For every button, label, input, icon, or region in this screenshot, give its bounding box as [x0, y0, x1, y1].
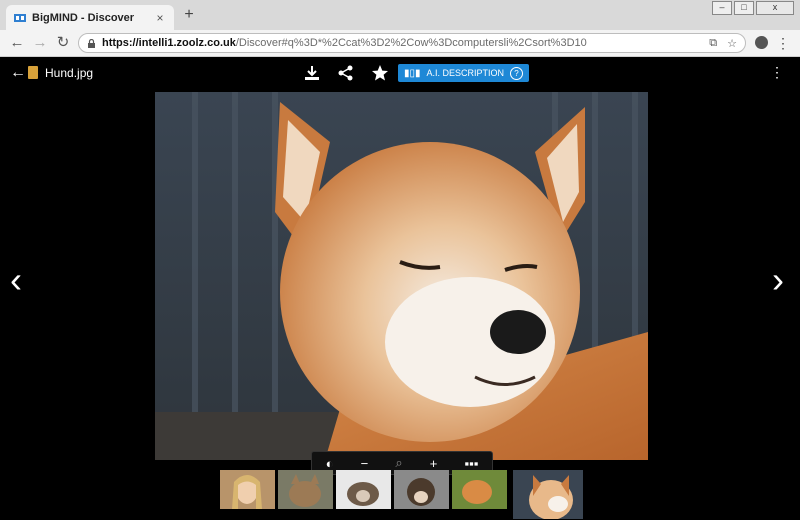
reload-icon[interactable]: ↻ — [54, 34, 72, 52]
back-button-icon[interactable]: ← — [8, 34, 26, 52]
thumb-puppy[interactable] — [394, 470, 449, 509]
thumb-cat-1[interactable] — [278, 470, 333, 509]
thumb-cat-2[interactable] — [452, 470, 507, 509]
thumb-girl[interactable] — [220, 470, 275, 509]
url-text: https://intelli1.zoolz.co.uk/Discover#q%… — [102, 37, 709, 49]
minimize-button[interactable]: – — [712, 1, 732, 15]
prev-arrow-icon[interactable]: ‹ — [10, 262, 22, 298]
maximize-button[interactable]: □ — [734, 1, 754, 15]
zoom-icon: ⌕ — [395, 455, 403, 470]
zoom-out-icon[interactable]: − — [361, 456, 369, 471]
tab-close-icon[interactable]: × — [154, 11, 166, 25]
image-viewer: ← Hund.jpg ▮▯▮ A.I. DESCRIPTION ? ⋮ ‹ › … — [0, 57, 800, 520]
help-icon[interactable]: ? — [510, 66, 524, 80]
ai-description-label: A.I. DESCRIPTION — [426, 68, 505, 78]
browser-tab[interactable]: BigMIND - Discover × — [6, 5, 174, 30]
lock-icon — [88, 38, 95, 48]
viewer-header: ← Hund.jpg ▮▯▮ A.I. DESCRIPTION ? ⋮ — [0, 57, 800, 89]
back-arrow-icon[interactable]: ← — [10, 64, 26, 82]
file-name: Hund.jpg — [45, 66, 94, 80]
bigmind-favicon-icon — [14, 13, 26, 22]
url-path: /Discover#q%3D*%2Ccat%3D2%2Cow%3Dcompute… — [235, 37, 587, 49]
new-tab-button[interactable]: + — [180, 6, 198, 24]
url-host: https://intelli1.zoolz.co.uk — [102, 37, 236, 49]
window-controls: – □ x — [712, 1, 794, 15]
ai-description-button[interactable]: ▮▯▮ A.I. DESCRIPTION ? — [398, 64, 530, 82]
share-icon[interactable] — [336, 65, 356, 81]
image-file-icon — [28, 66, 38, 79]
download-icon[interactable] — [302, 65, 322, 81]
more-icon[interactable]: ▪▪▪ — [465, 456, 479, 471]
forward-button-icon[interactable]: → — [31, 34, 49, 52]
address-bar[interactable]: https://intelli1.zoolz.co.uk/Discover#q%… — [78, 33, 746, 53]
next-arrow-icon[interactable]: › — [772, 262, 784, 298]
browser-title-bar: BigMIND - Discover × + – □ x — [0, 0, 800, 30]
bookmark-star-icon[interactable]: ☆ — [727, 37, 737, 50]
translate-icon[interactable]: ⧉ — [709, 37, 717, 50]
tab-title: BigMIND - Discover — [32, 11, 135, 24]
star-icon[interactable] — [370, 64, 390, 82]
kebab-icon[interactable]: ⋮ — [770, 64, 784, 81]
profile-avatar-icon[interactable] — [755, 36, 768, 49]
main-photo — [155, 92, 648, 460]
thumbnail-strip — [220, 470, 583, 519]
contrast-icon[interactable]: ◐ — [326, 456, 334, 471]
browser-toolbar: ← → ↻ https://intelli1.zoolz.co.uk/Disco… — [0, 30, 800, 57]
thumb-guinea-pig[interactable] — [336, 470, 391, 509]
ai-waveform-icon: ▮▯▮ — [404, 67, 421, 79]
zoom-in-icon[interactable]: + — [430, 456, 438, 471]
thumb-shiba[interactable] — [513, 470, 583, 519]
browser-menu-icon[interactable]: ⋮ — [776, 35, 790, 52]
close-window-button[interactable]: x — [756, 1, 794, 15]
